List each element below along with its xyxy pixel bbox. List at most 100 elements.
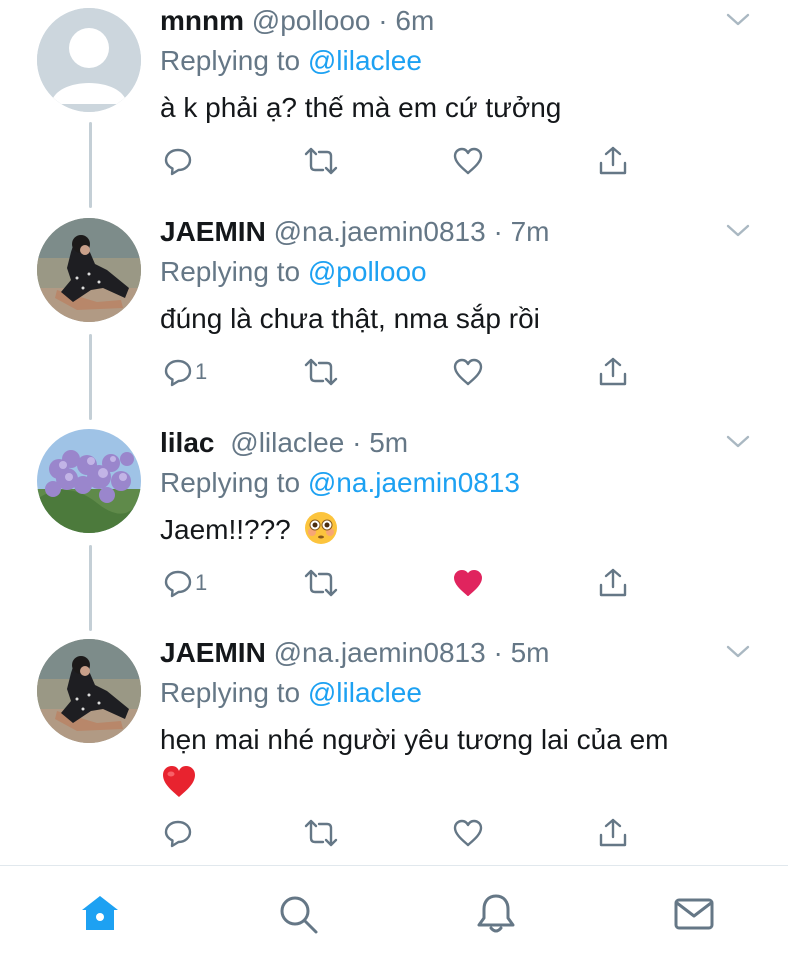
display-name[interactable]: lilac [160,427,214,458]
share-icon [599,568,627,597]
replying-to-handle[interactable]: @pollooo [308,256,427,287]
replying-to-handle[interactable]: @na.jaemin0813 [308,467,520,498]
heart-icon [453,147,483,175]
timestamp: 5m [369,427,409,458]
person-photo-icon [37,218,141,322]
tweet-header: JAEMIN @na.jaemin0813 · 7m [160,213,550,251]
tweet-actions: 1 [160,566,640,600]
share-icon [599,818,627,847]
retweet-icon [304,147,338,175]
user-handle[interactable]: @pollooo [252,5,371,36]
like-button[interactable] [452,816,484,850]
default-avatar-icon [37,8,141,112]
red-heart-emoji-icon [163,766,195,797]
separator: · [370,5,396,36]
home-icon [82,896,118,930]
messages-icon [674,898,714,930]
user-handle[interactable]: @na.jaemin0813 [274,216,486,247]
separator: · [485,637,511,668]
timestamp: 5m [510,637,550,668]
reply-count: 1 [195,359,208,384]
tweet-text: Jaem!!??? [160,510,339,550]
avatar[interactable] [37,639,141,743]
user-handle[interactable]: @lilaclee [230,427,344,458]
share-button[interactable] [597,816,629,850]
thread-line [89,122,92,208]
tab-notifications[interactable] [472,890,520,938]
avatar[interactable] [37,8,141,112]
search-icon [280,896,318,934]
replying-to: Replying to @na.jaemin0813 [160,464,520,502]
tab-messages[interactable] [670,890,718,938]
display-name[interactable]: mnnm [160,5,244,36]
reply-icon [164,820,192,848]
retweet-button[interactable] [304,144,338,178]
timestamp: 7m [510,216,550,247]
reply-count: 1 [195,570,208,595]
avatar[interactable] [37,429,141,533]
like-button[interactable] [452,566,484,600]
tweet-actions [160,816,640,850]
reply-icon [164,148,192,176]
chevron-down-icon[interactable] [724,642,752,662]
replying-to-handle[interactable]: @lilaclee [308,45,422,76]
replying-to-prefix: Replying to [160,45,308,76]
tweet-header: mnnm @pollooo · 6m [160,2,434,40]
like-button[interactable] [452,355,484,389]
tweet-actions [160,144,640,178]
replying-to-handle[interactable]: @lilaclee [308,677,422,708]
heart-icon [453,819,483,847]
tweet-header: lilac @lilaclee · 5m [160,424,408,462]
share-button[interactable] [597,144,629,178]
tab-bar [0,866,788,960]
user-handle[interactable]: @na.jaemin0813 [274,637,486,668]
separator: · [485,216,511,247]
tab-home[interactable] [76,890,124,938]
thread-line [89,545,92,631]
retweet-button[interactable] [304,566,338,600]
tweet-text-body: Jaem!!??? [160,514,291,545]
tweet-text: hẹn mai nhé người yêu tương lai của em [160,724,669,755]
reply-icon [164,570,192,598]
replying-to: Replying to @lilaclee [160,42,422,80]
retweet-icon [304,819,338,847]
tab-search[interactable] [274,890,322,938]
retweet-icon [304,569,338,597]
share-button[interactable] [597,566,629,600]
tweet-header: JAEMIN @na.jaemin0813 · 5m [160,634,550,672]
display-name[interactable]: JAEMIN [160,637,266,668]
timestamp: 6m [395,5,435,36]
replying-to-prefix: Replying to [160,677,308,708]
reply-button[interactable] [163,816,195,850]
heart-icon [453,358,483,386]
display-name[interactable]: JAEMIN [160,216,266,247]
retweet-button[interactable] [304,355,338,389]
reply-button[interactable]: 1 [163,566,207,600]
share-button[interactable] [597,355,629,389]
thread-line [89,334,92,420]
replying-to-prefix: Replying to [160,256,308,287]
reply-icon [164,359,192,387]
like-button[interactable] [452,144,484,178]
tweet-text: đúng là chưa thật, nma sắp rồi [160,303,540,334]
share-icon [599,146,627,175]
replying-to-prefix: Replying to [160,467,308,498]
chevron-down-icon[interactable] [724,432,752,452]
notifications-icon [477,894,515,933]
reply-button[interactable] [163,144,195,178]
reply-button[interactable]: 1 [163,355,207,389]
heart-filled-icon [454,570,482,596]
tweet-actions: 1 [160,355,640,389]
replying-to: Replying to @pollooo [160,253,427,291]
flushed-face-emoji-icon [304,512,337,544]
chevron-down-icon[interactable] [724,10,752,30]
avatar[interactable] [37,218,141,322]
lilac-flowers-photo-icon [37,429,141,533]
replying-to: Replying to @lilaclee [160,674,422,712]
person-photo-icon [37,639,141,743]
retweet-button[interactable] [304,816,338,850]
tweet-text: à k phải ạ? thế mà em cứ tưởng [160,92,562,123]
share-icon [599,357,627,386]
separator: · [344,427,370,458]
chevron-down-icon[interactable] [724,221,752,241]
